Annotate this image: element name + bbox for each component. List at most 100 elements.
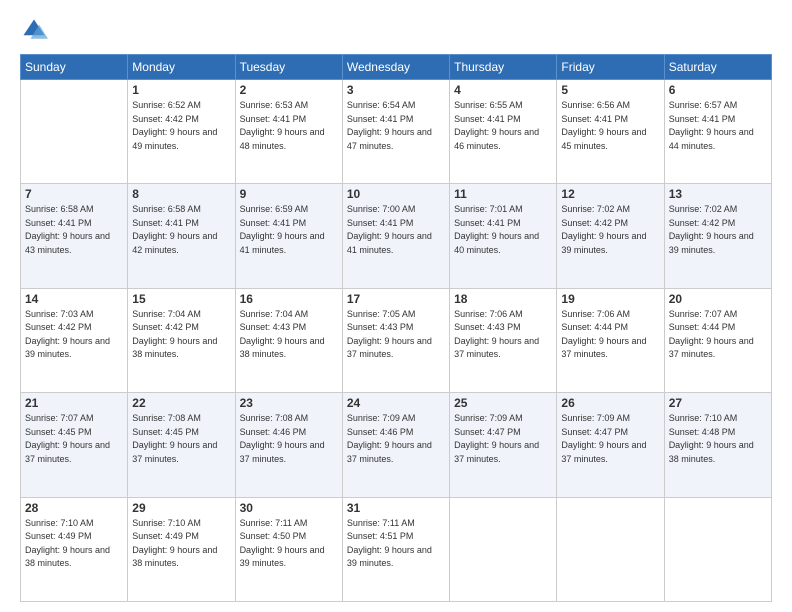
day-info: Sunrise: 7:06 AMSunset: 4:43 PMDaylight:… bbox=[454, 309, 539, 360]
weekday-header: Thursday bbox=[450, 55, 557, 80]
calendar-cell: 22 Sunrise: 7:08 AMSunset: 4:45 PMDaylig… bbox=[128, 393, 235, 497]
day-number: 12 bbox=[561, 187, 659, 201]
day-number: 21 bbox=[25, 396, 123, 410]
day-number: 22 bbox=[132, 396, 230, 410]
day-number: 24 bbox=[347, 396, 445, 410]
weekday-header: Tuesday bbox=[235, 55, 342, 80]
calendar-cell: 17 Sunrise: 7:05 AMSunset: 4:43 PMDaylig… bbox=[342, 288, 449, 392]
calendar-week-row: 7 Sunrise: 6:58 AMSunset: 4:41 PMDayligh… bbox=[21, 184, 772, 288]
calendar-cell: 10 Sunrise: 7:00 AMSunset: 4:41 PMDaylig… bbox=[342, 184, 449, 288]
weekday-header: Friday bbox=[557, 55, 664, 80]
calendar-cell: 4 Sunrise: 6:55 AMSunset: 4:41 PMDayligh… bbox=[450, 80, 557, 184]
day-number: 13 bbox=[669, 187, 767, 201]
day-info: Sunrise: 6:58 AMSunset: 4:41 PMDaylight:… bbox=[25, 204, 110, 255]
day-info: Sunrise: 7:05 AMSunset: 4:43 PMDaylight:… bbox=[347, 309, 432, 360]
day-info: Sunrise: 6:57 AMSunset: 4:41 PMDaylight:… bbox=[669, 100, 754, 151]
day-info: Sunrise: 7:04 AMSunset: 4:42 PMDaylight:… bbox=[132, 309, 217, 360]
calendar-cell: 27 Sunrise: 7:10 AMSunset: 4:48 PMDaylig… bbox=[664, 393, 771, 497]
day-number: 20 bbox=[669, 292, 767, 306]
day-number: 17 bbox=[347, 292, 445, 306]
day-number: 11 bbox=[454, 187, 552, 201]
day-number: 8 bbox=[132, 187, 230, 201]
weekday-header: Wednesday bbox=[342, 55, 449, 80]
calendar-table: SundayMondayTuesdayWednesdayThursdayFrid… bbox=[20, 54, 772, 602]
calendar-cell bbox=[664, 497, 771, 601]
day-number: 30 bbox=[240, 501, 338, 515]
calendar-week-row: 14 Sunrise: 7:03 AMSunset: 4:42 PMDaylig… bbox=[21, 288, 772, 392]
calendar-week-row: 21 Sunrise: 7:07 AMSunset: 4:45 PMDaylig… bbox=[21, 393, 772, 497]
day-number: 25 bbox=[454, 396, 552, 410]
logo-icon bbox=[20, 16, 48, 44]
day-number: 26 bbox=[561, 396, 659, 410]
day-info: Sunrise: 7:09 AMSunset: 4:46 PMDaylight:… bbox=[347, 413, 432, 464]
day-info: Sunrise: 7:07 AMSunset: 4:44 PMDaylight:… bbox=[669, 309, 754, 360]
day-number: 27 bbox=[669, 396, 767, 410]
calendar-cell: 6 Sunrise: 6:57 AMSunset: 4:41 PMDayligh… bbox=[664, 80, 771, 184]
logo bbox=[20, 16, 52, 44]
calendar-cell: 26 Sunrise: 7:09 AMSunset: 4:47 PMDaylig… bbox=[557, 393, 664, 497]
calendar-cell bbox=[21, 80, 128, 184]
day-number: 2 bbox=[240, 83, 338, 97]
day-number: 1 bbox=[132, 83, 230, 97]
calendar-cell: 2 Sunrise: 6:53 AMSunset: 4:41 PMDayligh… bbox=[235, 80, 342, 184]
calendar-cell: 1 Sunrise: 6:52 AMSunset: 4:42 PMDayligh… bbox=[128, 80, 235, 184]
day-number: 31 bbox=[347, 501, 445, 515]
day-number: 23 bbox=[240, 396, 338, 410]
day-number: 19 bbox=[561, 292, 659, 306]
day-info: Sunrise: 6:59 AMSunset: 4:41 PMDaylight:… bbox=[240, 204, 325, 255]
calendar-week-row: 1 Sunrise: 6:52 AMSunset: 4:42 PMDayligh… bbox=[21, 80, 772, 184]
day-number: 14 bbox=[25, 292, 123, 306]
calendar-cell: 30 Sunrise: 7:11 AMSunset: 4:50 PMDaylig… bbox=[235, 497, 342, 601]
calendar-cell: 8 Sunrise: 6:58 AMSunset: 4:41 PMDayligh… bbox=[128, 184, 235, 288]
day-info: Sunrise: 6:55 AMSunset: 4:41 PMDaylight:… bbox=[454, 100, 539, 151]
day-info: Sunrise: 7:10 AMSunset: 4:49 PMDaylight:… bbox=[132, 518, 217, 569]
weekday-header: Sunday bbox=[21, 55, 128, 80]
calendar-cell: 13 Sunrise: 7:02 AMSunset: 4:42 PMDaylig… bbox=[664, 184, 771, 288]
day-info: Sunrise: 7:09 AMSunset: 4:47 PMDaylight:… bbox=[454, 413, 539, 464]
day-info: Sunrise: 7:07 AMSunset: 4:45 PMDaylight:… bbox=[25, 413, 110, 464]
calendar-cell: 11 Sunrise: 7:01 AMSunset: 4:41 PMDaylig… bbox=[450, 184, 557, 288]
day-info: Sunrise: 7:00 AMSunset: 4:41 PMDaylight:… bbox=[347, 204, 432, 255]
calendar-cell: 14 Sunrise: 7:03 AMSunset: 4:42 PMDaylig… bbox=[21, 288, 128, 392]
day-info: Sunrise: 7:02 AMSunset: 4:42 PMDaylight:… bbox=[561, 204, 646, 255]
day-info: Sunrise: 7:02 AMSunset: 4:42 PMDaylight:… bbox=[669, 204, 754, 255]
day-number: 6 bbox=[669, 83, 767, 97]
calendar-cell: 7 Sunrise: 6:58 AMSunset: 4:41 PMDayligh… bbox=[21, 184, 128, 288]
day-info: Sunrise: 6:54 AMSunset: 4:41 PMDaylight:… bbox=[347, 100, 432, 151]
calendar-cell: 18 Sunrise: 7:06 AMSunset: 4:43 PMDaylig… bbox=[450, 288, 557, 392]
day-number: 16 bbox=[240, 292, 338, 306]
day-info: Sunrise: 7:10 AMSunset: 4:48 PMDaylight:… bbox=[669, 413, 754, 464]
day-info: Sunrise: 7:10 AMSunset: 4:49 PMDaylight:… bbox=[25, 518, 110, 569]
calendar-cell: 28 Sunrise: 7:10 AMSunset: 4:49 PMDaylig… bbox=[21, 497, 128, 601]
calendar-week-row: 28 Sunrise: 7:10 AMSunset: 4:49 PMDaylig… bbox=[21, 497, 772, 601]
day-info: Sunrise: 7:09 AMSunset: 4:47 PMDaylight:… bbox=[561, 413, 646, 464]
calendar-cell: 25 Sunrise: 7:09 AMSunset: 4:47 PMDaylig… bbox=[450, 393, 557, 497]
day-info: Sunrise: 7:11 AMSunset: 4:51 PMDaylight:… bbox=[347, 518, 432, 569]
day-number: 7 bbox=[25, 187, 123, 201]
header bbox=[20, 16, 772, 44]
day-info: Sunrise: 7:03 AMSunset: 4:42 PMDaylight:… bbox=[25, 309, 110, 360]
day-info: Sunrise: 7:11 AMSunset: 4:50 PMDaylight:… bbox=[240, 518, 325, 569]
calendar-cell: 12 Sunrise: 7:02 AMSunset: 4:42 PMDaylig… bbox=[557, 184, 664, 288]
day-number: 5 bbox=[561, 83, 659, 97]
calendar-cell bbox=[450, 497, 557, 601]
day-number: 29 bbox=[132, 501, 230, 515]
weekday-header: Saturday bbox=[664, 55, 771, 80]
day-info: Sunrise: 6:53 AMSunset: 4:41 PMDaylight:… bbox=[240, 100, 325, 151]
day-info: Sunrise: 7:08 AMSunset: 4:45 PMDaylight:… bbox=[132, 413, 217, 464]
calendar-cell: 16 Sunrise: 7:04 AMSunset: 4:43 PMDaylig… bbox=[235, 288, 342, 392]
calendar-cell: 21 Sunrise: 7:07 AMSunset: 4:45 PMDaylig… bbox=[21, 393, 128, 497]
calendar-cell bbox=[557, 497, 664, 601]
calendar-cell: 29 Sunrise: 7:10 AMSunset: 4:49 PMDaylig… bbox=[128, 497, 235, 601]
calendar-cell: 24 Sunrise: 7:09 AMSunset: 4:46 PMDaylig… bbox=[342, 393, 449, 497]
day-number: 28 bbox=[25, 501, 123, 515]
calendar-cell: 5 Sunrise: 6:56 AMSunset: 4:41 PMDayligh… bbox=[557, 80, 664, 184]
calendar-cell: 9 Sunrise: 6:59 AMSunset: 4:41 PMDayligh… bbox=[235, 184, 342, 288]
day-number: 4 bbox=[454, 83, 552, 97]
day-info: Sunrise: 6:58 AMSunset: 4:41 PMDaylight:… bbox=[132, 204, 217, 255]
day-info: Sunrise: 7:01 AMSunset: 4:41 PMDaylight:… bbox=[454, 204, 539, 255]
calendar-cell: 23 Sunrise: 7:08 AMSunset: 4:46 PMDaylig… bbox=[235, 393, 342, 497]
calendar-header-row: SundayMondayTuesdayWednesdayThursdayFrid… bbox=[21, 55, 772, 80]
day-info: Sunrise: 7:06 AMSunset: 4:44 PMDaylight:… bbox=[561, 309, 646, 360]
day-info: Sunrise: 6:52 AMSunset: 4:42 PMDaylight:… bbox=[132, 100, 217, 151]
